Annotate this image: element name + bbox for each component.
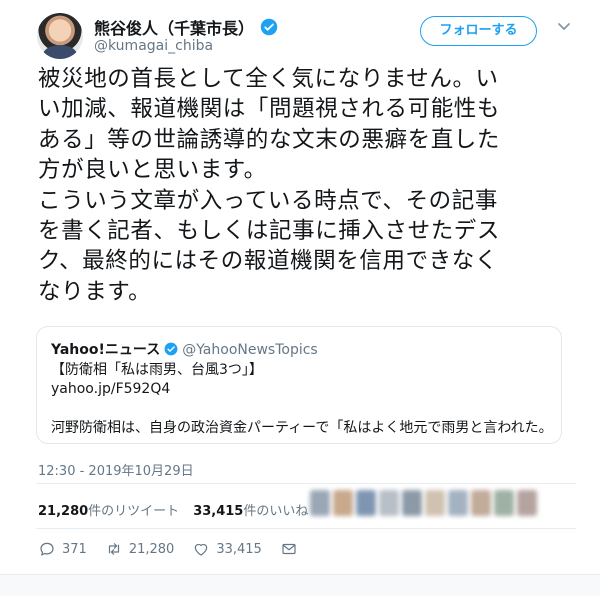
avatar[interactable] [448,490,468,516]
engagement-stats: 21,280件のリツイート 33,415件のいいね [38,500,308,519]
quoted-handle: @YahooNewsTopics [182,342,318,358]
avatar[interactable] [494,490,514,516]
verified-badge-icon [164,342,178,356]
avatar[interactable] [379,490,399,516]
tweet-line: ある」等の世論誘導的な文末の悪癖を直した [38,126,501,153]
quoted-tweet-header: Yahoo!ニュース @YahooNewsTopics [51,339,547,359]
avatar[interactable] [471,490,491,516]
quoted-headline: 【防衛相「私は雨男、台風3つ」】 [51,362,263,378]
avatar[interactable] [333,490,353,516]
chevron-down-icon[interactable] [556,18,572,34]
like-stat-label: 件のいいね [243,504,309,519]
like-stat-count: 33,415 [193,504,244,519]
retweet-count: 21,280 [128,541,175,557]
mail-icon [282,543,296,555]
avatar[interactable] [37,13,83,59]
tweet-line: なります。 [38,278,152,305]
quoted-link[interactable]: yahoo.jp/F592Q4 [51,380,547,399]
direct-message-button[interactable] [280,540,298,558]
divider [36,483,576,484]
tweet-line: い加減、報道機関は「問題視される可能性も [38,96,501,123]
retweet-icon [108,543,119,555]
user-name-row[interactable]: 熊谷俊人（千葉市長） [94,15,278,39]
divider [36,528,576,529]
display-name[interactable]: 熊谷俊人（千葉市長） [94,15,254,39]
avatar[interactable] [425,490,445,516]
tweet-line: 被災地の首長として全く気になりません。い [38,66,499,92]
retweet-stat-count: 21,280 [38,504,89,519]
tweet-line: を書く記者、もしくは記事に挿入させたデス [38,218,501,245]
reply-area-band [0,574,600,596]
reply-icon [40,542,54,556]
verified-badge-icon [260,18,278,36]
avatar[interactable] [402,490,422,516]
quoted-source-name: Yahoo!ニュース [51,342,161,358]
avatar[interactable] [517,490,537,516]
follow-button[interactable]: フォローする [420,16,537,46]
retweet-stat[interactable]: 21,280件のリツイート [38,500,179,519]
reply-button[interactable]: 371 [38,540,87,558]
user-handle[interactable]: @kumagai_chiba [94,38,213,54]
tweet-line: こういう文章が入っている時点で、その記事 [38,187,498,214]
tweet-line: 方が良いと思います。 [38,157,267,184]
retweet-stat-label: 件のリツイート [88,504,180,519]
quoted-summary: 河野防衛相は、自身の政治資金パーティーで「私はよく地元で雨男と言われた。… [51,420,547,436]
avatar[interactable] [310,490,330,516]
tweet-line: ク、最終的にはその報道機関を信用できなく [38,248,498,275]
liker-avatars[interactable] [310,490,540,516]
tweet: 熊谷俊人（千葉市長） @kumagai_chiba フォローする 被災地の首長と… [0,0,600,596]
avatar[interactable] [356,490,376,516]
like-stat[interactable]: 33,415件のいいね [193,500,308,519]
heart-icon [195,543,208,556]
quoted-tweet-card[interactable]: Yahoo!ニュース @YahooNewsTopics 【防衛相「私は雨男、台風… [36,326,562,444]
like-count: 33,415 [216,541,262,557]
tweet-timestamp[interactable]: 12:30 - 2019年10月29日 [38,460,194,479]
retweet-button[interactable]: 21,280 [105,540,175,558]
tweet-text: 被災地の首長として全く気になりません。い い加減、報道機関は「問題視される可能性… [38,64,578,307]
reply-count: 371 [62,541,87,557]
tweet-actions: 371 21,280 33,415 [38,540,316,558]
like-button[interactable]: 33,415 [192,540,262,558]
